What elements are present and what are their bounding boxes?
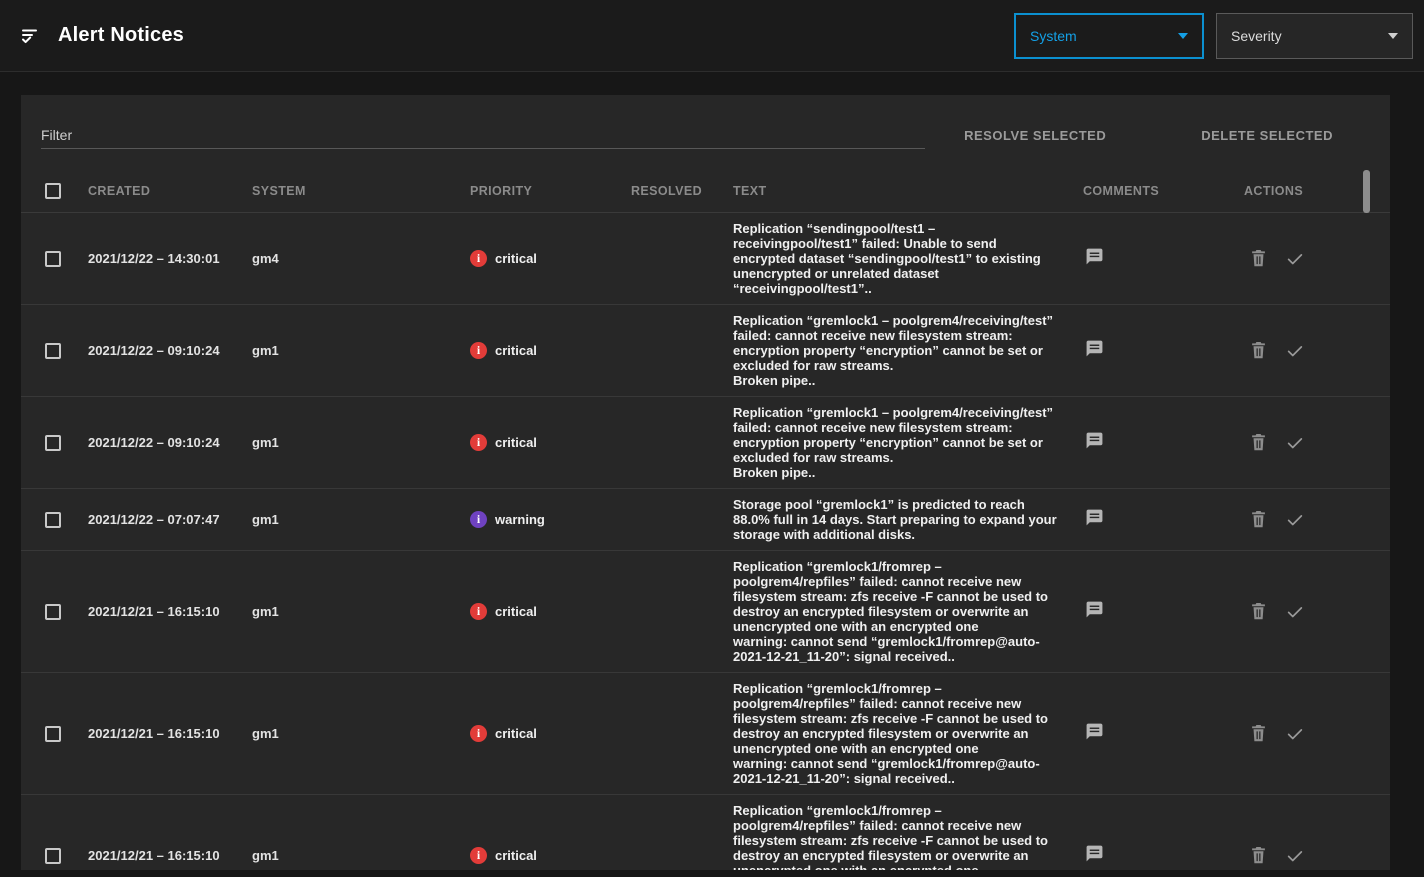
row-text: Replication “gremlock1/fromrep – poolgre… (733, 803, 1048, 870)
row-text: Replication “gremlock1 – poolgrem4/recei… (733, 313, 1054, 388)
row-system: gm1 (252, 343, 279, 358)
row-created: 2021/12/22 – 14:30:01 (88, 251, 220, 266)
column-header-priority: PRIORITY (470, 184, 533, 198)
row-checkbox[interactable] (45, 434, 61, 451)
row-text: Storage pool “gremlock1” is predicted to… (733, 497, 1057, 542)
row-system: gm1 (252, 435, 279, 450)
row-created: 2021/12/21 – 16:15:10 (88, 726, 220, 741)
delete-trash-icon[interactable] (1250, 341, 1267, 360)
resolve-check-icon[interactable] (1285, 434, 1305, 452)
chevron-down-icon (1388, 32, 1398, 39)
comment-icon[interactable] (1085, 508, 1104, 527)
priority-info-icon: i (470, 603, 487, 620)
delete-trash-icon[interactable] (1250, 249, 1267, 268)
row-created: 2021/12/22 – 09:10:24 (88, 435, 220, 450)
row-system: gm1 (252, 848, 279, 863)
resolve-selected-button[interactable]: RESOLVE SELECTED (964, 128, 1106, 143)
table-row: 2021/12/22 – 14:30:01 gm4 i critical Rep… (21, 213, 1390, 305)
row-text: Replication “gremlock1/fromrep – poolgre… (733, 681, 1048, 786)
row-checkbox[interactable] (45, 847, 61, 864)
column-header-comments: COMMENTS (1083, 184, 1160, 198)
severity-filter-label: Severity (1231, 27, 1282, 44)
column-header-created: CREATED (88, 184, 151, 198)
chevron-down-icon (1178, 32, 1188, 39)
row-checkbox[interactable] (45, 342, 61, 359)
delete-trash-icon[interactable] (1250, 846, 1267, 865)
row-checkbox[interactable] (45, 511, 61, 528)
row-system: gm1 (252, 726, 279, 741)
row-text: Replication “gremlock1 – poolgrem4/recei… (733, 405, 1054, 480)
row-system: gm1 (252, 512, 279, 527)
table-row: 2021/12/22 – 09:10:24 gm1 i critical Rep… (21, 305, 1390, 397)
table-row: 2021/12/22 – 07:07:47 gm1 i warning Stor… (21, 489, 1390, 551)
priority-label: critical (495, 604, 537, 619)
resolve-check-icon[interactable] (1285, 342, 1305, 360)
row-created: 2021/12/21 – 16:15:10 (88, 848, 220, 863)
scrollbar-thumb[interactable] (1363, 170, 1370, 213)
delete-trash-icon[interactable] (1250, 724, 1267, 743)
delete-selected-button[interactable]: DELETE SELECTED (1201, 128, 1333, 143)
row-created: 2021/12/22 – 07:07:47 (88, 512, 220, 527)
resolve-check-icon[interactable] (1285, 511, 1305, 529)
filter-input[interactable] (41, 121, 925, 149)
priority-info-icon: i (470, 434, 487, 451)
table-row: 2021/12/22 – 09:10:24 gm1 i critical Rep… (21, 397, 1390, 489)
table-body: 2021/12/22 – 14:30:01 gm4 i critical Rep… (21, 213, 1390, 870)
table-header: CREATED SYSTEM PRIORITY RESOLVED TEXT CO… (21, 170, 1390, 213)
priority-label: critical (495, 435, 537, 450)
comment-icon[interactable] (1085, 844, 1104, 863)
priority-label: warning (495, 512, 545, 527)
select-all-checkbox[interactable] (45, 183, 61, 199)
priority-label: critical (495, 848, 537, 863)
app-header: Alert Notices System Severity (0, 0, 1424, 72)
resolve-check-icon[interactable] (1285, 725, 1305, 743)
comment-icon[interactable] (1085, 339, 1104, 358)
priority-info-icon: i (470, 250, 487, 267)
comment-icon[interactable] (1085, 600, 1104, 619)
alerts-menu-icon[interactable] (20, 24, 44, 48)
resolve-check-icon[interactable] (1285, 250, 1305, 268)
page-title: Alert Notices (58, 24, 184, 46)
column-header-system: SYSTEM (252, 184, 306, 198)
comment-icon[interactable] (1085, 431, 1104, 450)
table-row: 2021/12/21 – 16:15:10 gm1 i critical Rep… (21, 795, 1390, 870)
row-system: gm1 (252, 604, 279, 619)
resolve-check-icon[interactable] (1285, 603, 1305, 621)
priority-info-icon: i (470, 725, 487, 742)
row-checkbox[interactable] (45, 725, 61, 742)
priority-label: critical (495, 343, 537, 358)
delete-trash-icon[interactable] (1250, 602, 1267, 621)
column-header-resolved: RESOLVED (631, 184, 703, 198)
column-header-text: TEXT (733, 184, 767, 198)
table-row: 2021/12/21 – 16:15:10 gm1 i critical Rep… (21, 551, 1390, 673)
row-created: 2021/12/22 – 09:10:24 (88, 343, 220, 358)
system-filter-dropdown[interactable]: System (1014, 12, 1204, 59)
row-text: Replication “sendingpool/test1 – receivi… (733, 221, 1041, 296)
comment-icon[interactable] (1085, 722, 1104, 741)
priority-label: critical (495, 726, 537, 741)
row-checkbox[interactable] (45, 250, 61, 267)
alerts-card: RESOLVE SELECTED DELETE SELECTED CREATED… (21, 95, 1390, 870)
delete-trash-icon[interactable] (1250, 433, 1267, 452)
row-created: 2021/12/21 – 16:15:10 (88, 604, 220, 619)
system-filter-label: System (1030, 27, 1077, 44)
comment-icon[interactable] (1085, 247, 1104, 266)
delete-trash-icon[interactable] (1250, 510, 1267, 529)
severity-filter-dropdown[interactable]: Severity (1216, 12, 1413, 59)
row-text: Replication “gremlock1/fromrep – poolgre… (733, 559, 1048, 664)
priority-label: critical (495, 251, 537, 266)
table-row: 2021/12/21 – 16:15:10 gm1 i critical Rep… (21, 673, 1390, 795)
priority-info-icon: i (470, 847, 487, 864)
row-checkbox[interactable] (45, 603, 61, 620)
priority-info-icon: i (470, 511, 487, 528)
row-system: gm4 (252, 251, 279, 266)
priority-info-icon: i (470, 342, 487, 359)
resolve-check-icon[interactable] (1285, 847, 1305, 865)
